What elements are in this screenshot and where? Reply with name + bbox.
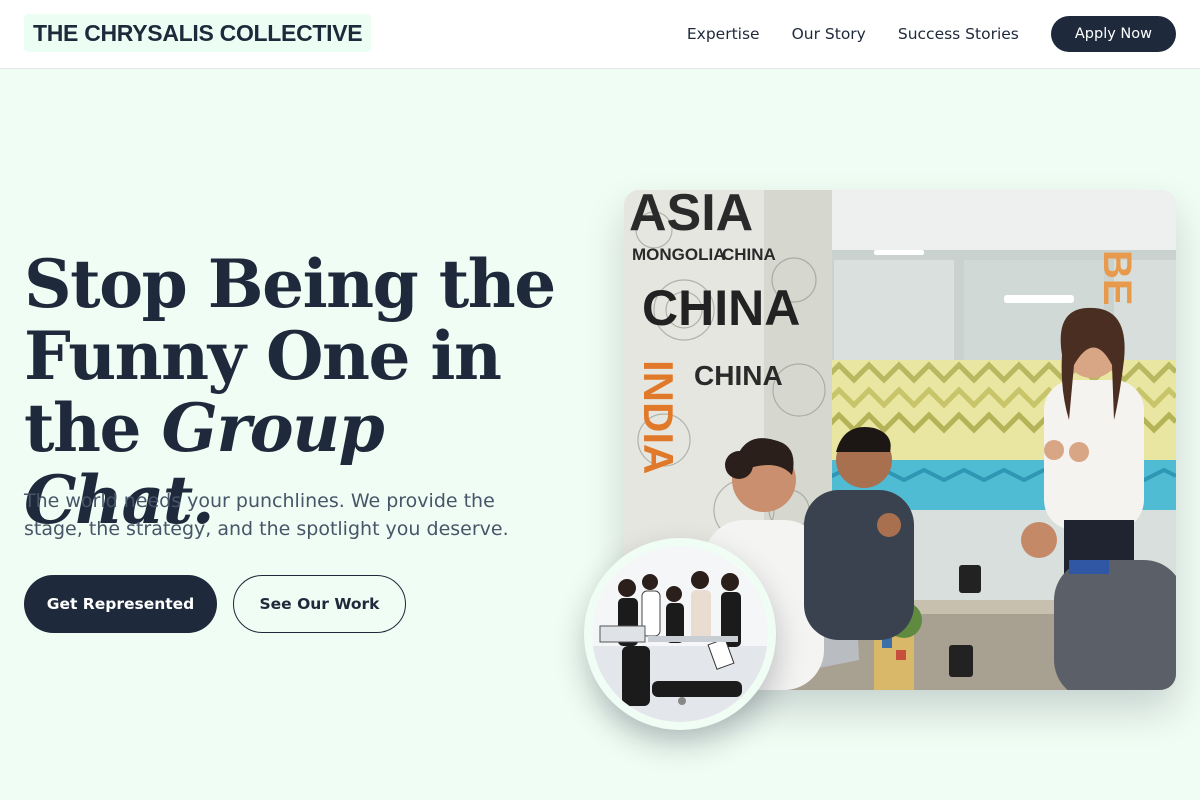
nav-link-our-story[interactable]: Our Story [792,25,866,43]
headline-line-1: Stop Being the [24,245,556,323]
svg-text:INDIA: INDIA [635,360,682,474]
headline-line-2: Funny One in [24,317,502,395]
main-nav: Expertise Our Story Success Stories Appl… [687,16,1176,52]
svg-text:CHINA: CHINA [722,245,776,264]
apply-now-button[interactable]: Apply Now [1050,16,1176,52]
get-represented-button[interactable]: Get Represented [24,575,217,633]
nav-link-success-stories[interactable]: Success Stories [898,25,1019,43]
see-our-work-button[interactable]: See Our Work [233,575,406,633]
svg-text:CHINA: CHINA [694,360,783,391]
svg-text:CHINA: CHINA [642,280,800,336]
svg-text:MONGOLIA: MONGOLIA [632,245,726,264]
nav-link-expertise[interactable]: Expertise [687,25,760,43]
hero-subtext: The world needs your punchlines. We prov… [24,490,509,540]
site-header: THE CHRYSALIS COLLECTIVE Expertise Our S… [0,0,1200,69]
wall-letters: BE [1095,250,1139,306]
svg-text:ASIA: ASIA [629,190,753,242]
brand-logo[interactable]: THE CHRYSALIS COLLECTIVE [24,14,372,52]
headline-line-3: the [24,389,162,467]
team-circle-photo [584,538,776,730]
